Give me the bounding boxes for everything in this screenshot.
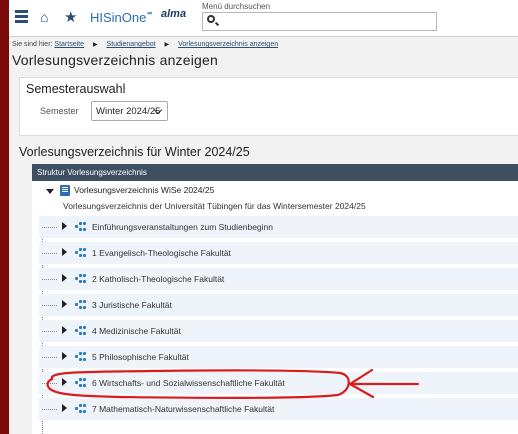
- expand-toggle-icon[interactable]: [62, 404, 67, 412]
- tree-item-label[interactable]: 4 Medizinische Fakultät: [92, 326, 181, 336]
- structure-icon: [75, 222, 89, 232]
- breadcrumb-startseite[interactable]: Startseite: [54, 41, 84, 48]
- tree-root-description: Vorlesungsverzeichnis der Universität Tü…: [63, 201, 366, 211]
- tree-guide: [42, 305, 57, 306]
- expand-toggle-icon[interactable]: [62, 326, 67, 334]
- breadcrumb-vorlesungsverzeichnis[interactable]: Vorlesungsverzeichnis anzeigen: [178, 41, 278, 48]
- tree-root: Vorlesungsverzeichnis WiSe 2024/25 Vorle…: [32, 181, 518, 215]
- tree-item-wiso[interactable]: 6 Wirtschafts- und Sozialwissenschaftlic…: [39, 372, 518, 394]
- page-title: Vorlesungsverzeichnis anzeigen: [12, 52, 219, 68]
- semester-label: Semester: [40, 106, 79, 116]
- search-input[interactable]: [221, 14, 431, 29]
- structure-icon: [75, 274, 89, 284]
- tree-item-katholisch[interactable]: 2 Katholisch-Theologische Fakultät: [39, 268, 518, 290]
- tree-item-label[interactable]: Einführungsveranstaltungen zum Studienbe…: [92, 222, 273, 232]
- expand-toggle-icon[interactable]: [62, 378, 67, 386]
- tree-item-label[interactable]: 5 Philosophische Fakultät: [92, 352, 189, 362]
- tree-guide: [42, 383, 57, 384]
- expand-toggle-icon[interactable]: [62, 300, 67, 308]
- logo-alma: alma: [161, 8, 187, 20]
- tree-root-label[interactable]: Vorlesungsverzeichnis WiSe 2024/25: [74, 185, 214, 195]
- tree-item-mathnat[interactable]: 7 Mathematisch-Naturwissenschaftliche Fa…: [39, 398, 518, 420]
- logo-dots-icon: ▪▪: [147, 8, 152, 18]
- tree-item-label[interactable]: 7 Mathematisch-Naturwissenschaftliche Fa…: [92, 404, 274, 414]
- tree-guide: [42, 331, 57, 332]
- tree-guide: [42, 227, 57, 228]
- menu-icon[interactable]: [15, 10, 28, 25]
- search-box[interactable]: [202, 12, 437, 31]
- breadcrumb-separator-icon: ▶: [164, 42, 170, 48]
- tree-header: Struktur Vorlesungsverzeichnis: [32, 164, 518, 181]
- semester-heading: Semesterauswahl: [26, 82, 126, 96]
- tree-guide: [42, 409, 57, 410]
- tree-panel: Vorlesungsverzeichnis WiSe 2024/25 Vorle…: [32, 181, 518, 434]
- tree-item-label[interactable]: 2 Katholisch-Theologische Fakultät: [92, 274, 224, 284]
- search-label: Menü durchsuchen: [202, 2, 271, 11]
- tree-item-philosophie[interactable]: 5 Philosophische Fakultät: [39, 346, 518, 368]
- book-icon: [60, 185, 70, 196]
- tree-guide: [42, 279, 57, 280]
- breadcrumb: Sie sind hier: Startseite ▶ Studienangeb…: [12, 41, 278, 48]
- star-icon[interactable]: ★: [64, 10, 77, 25]
- breadcrumb-studienangebot[interactable]: Studienangebot: [107, 41, 156, 48]
- tree-item-juristisch[interactable]: 3 Juristische Fakultät: [39, 294, 518, 316]
- structure-icon: [75, 326, 89, 336]
- expand-toggle-icon[interactable]: [62, 274, 67, 282]
- collapse-toggle-icon[interactable]: [46, 189, 54, 194]
- tree-item-einfuehrung[interactable]: Einführungsveranstaltungen zum Studienbe…: [39, 216, 518, 238]
- structure-icon: [75, 300, 89, 310]
- search-icon[interactable]: [207, 15, 215, 23]
- tree-item-label[interactable]: 3 Juristische Fakultät: [92, 300, 172, 310]
- list-heading: Vorlesungsverzeichnis für Winter 2024/25: [19, 145, 250, 159]
- tree-item-label[interactable]: 1 Evangelisch-Theologische Fakultät: [92, 248, 231, 258]
- app-window: ⌂ ★ HISinOne ▪▪ alma Menü durchsuchen Si…: [9, 0, 518, 434]
- logo-text: HISinOne: [90, 10, 147, 25]
- tree-guide: [42, 253, 57, 254]
- tree-item-evangelisch[interactable]: 1 Evangelisch-Theologische Fakultät: [39, 242, 518, 264]
- breadcrumb-prefix: Sie sind hier:: [12, 41, 53, 48]
- structure-icon: [75, 248, 89, 258]
- home-icon[interactable]: ⌂: [40, 10, 48, 25]
- top-bar: ⌂ ★ HISinOne ▪▪ alma Menü durchsuchen: [9, 0, 518, 37]
- tree-item-label[interactable]: 6 Wirtschafts- und Sozialwissenschaftlic…: [92, 378, 285, 388]
- structure-icon: [75, 352, 89, 362]
- semester-panel: Semesterauswahl Semester Winter 2024/25: [19, 77, 518, 136]
- expand-toggle-icon[interactable]: [62, 352, 67, 360]
- semester-select-value: Winter 2024/25: [96, 106, 161, 117]
- structure-icon: [75, 404, 89, 414]
- tree-item-medizin[interactable]: 4 Medizinische Fakultät: [39, 320, 518, 342]
- expand-toggle-icon[interactable]: [62, 248, 67, 256]
- semester-select[interactable]: Winter 2024/25: [91, 101, 168, 121]
- expand-toggle-icon[interactable]: [62, 222, 67, 230]
- breadcrumb-separator-icon: ▶: [92, 42, 98, 48]
- tree-guide: [42, 357, 57, 358]
- structure-icon: [75, 378, 89, 388]
